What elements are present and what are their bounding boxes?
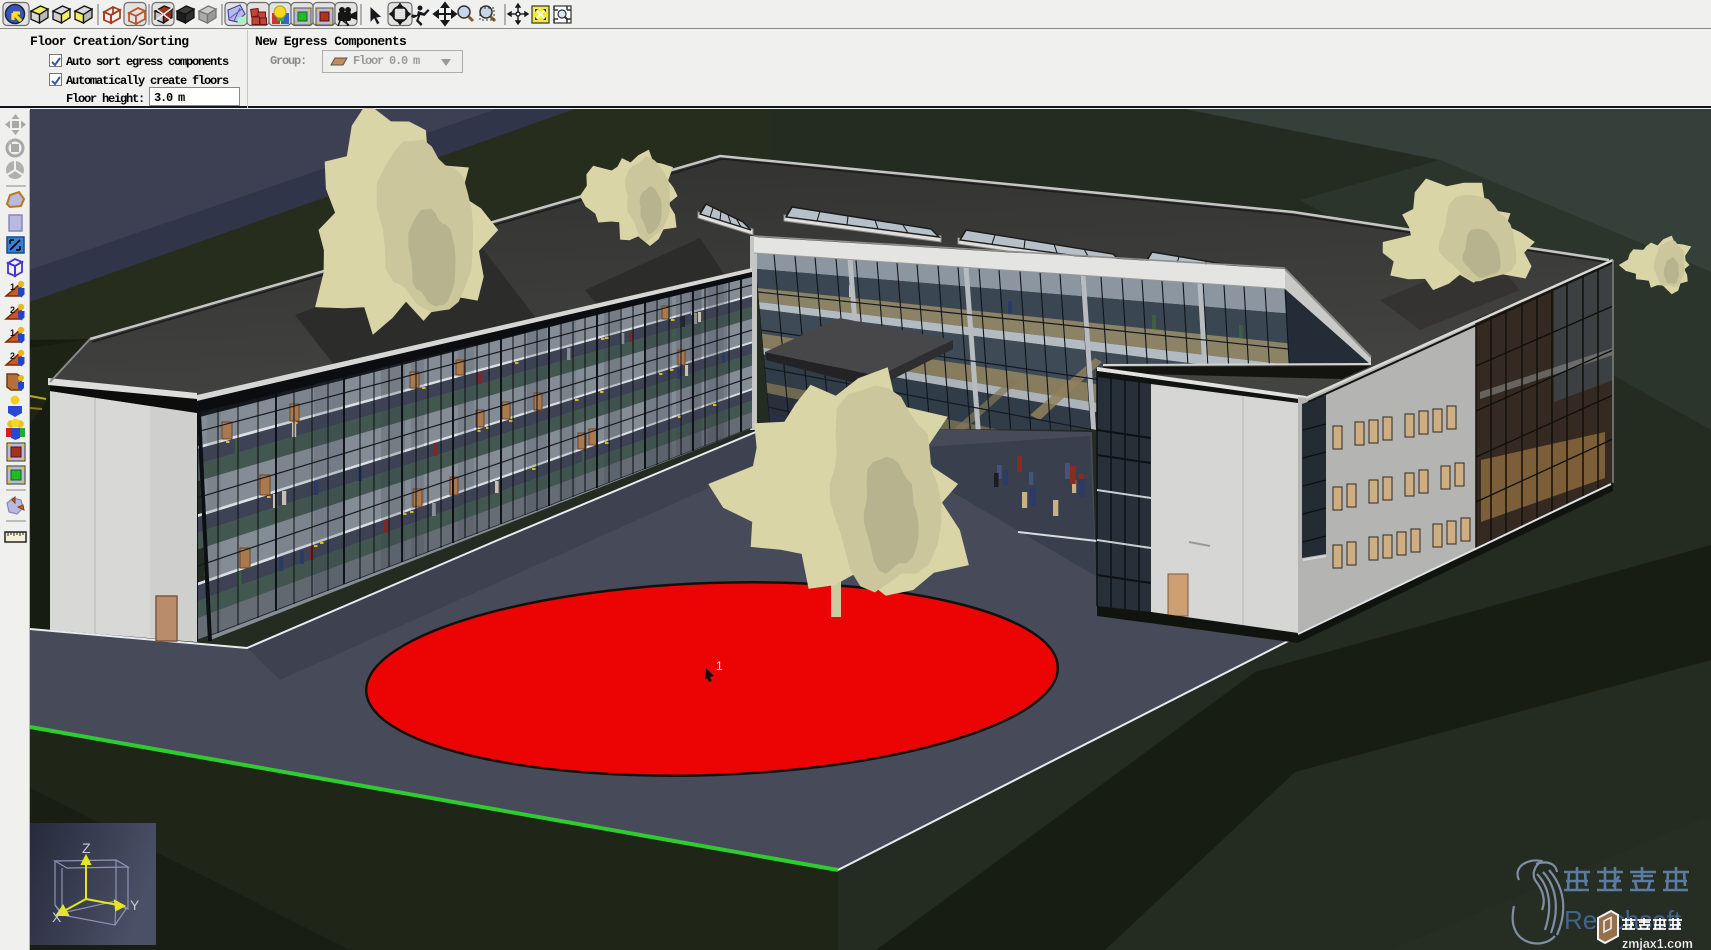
svg-text:2: 2 xyxy=(10,351,15,361)
svg-text:X: X xyxy=(52,909,62,925)
svg-text:2: 2 xyxy=(10,305,15,315)
svg-text:1: 1 xyxy=(10,282,15,292)
svg-text:Y: Y xyxy=(130,897,140,913)
svg-text:Z: Z xyxy=(82,840,91,856)
svg-text:zmjax1.com: zmjax1.com xyxy=(1622,937,1693,950)
svg-text:1: 1 xyxy=(10,328,15,338)
svg-text:1: 1 xyxy=(716,659,723,673)
